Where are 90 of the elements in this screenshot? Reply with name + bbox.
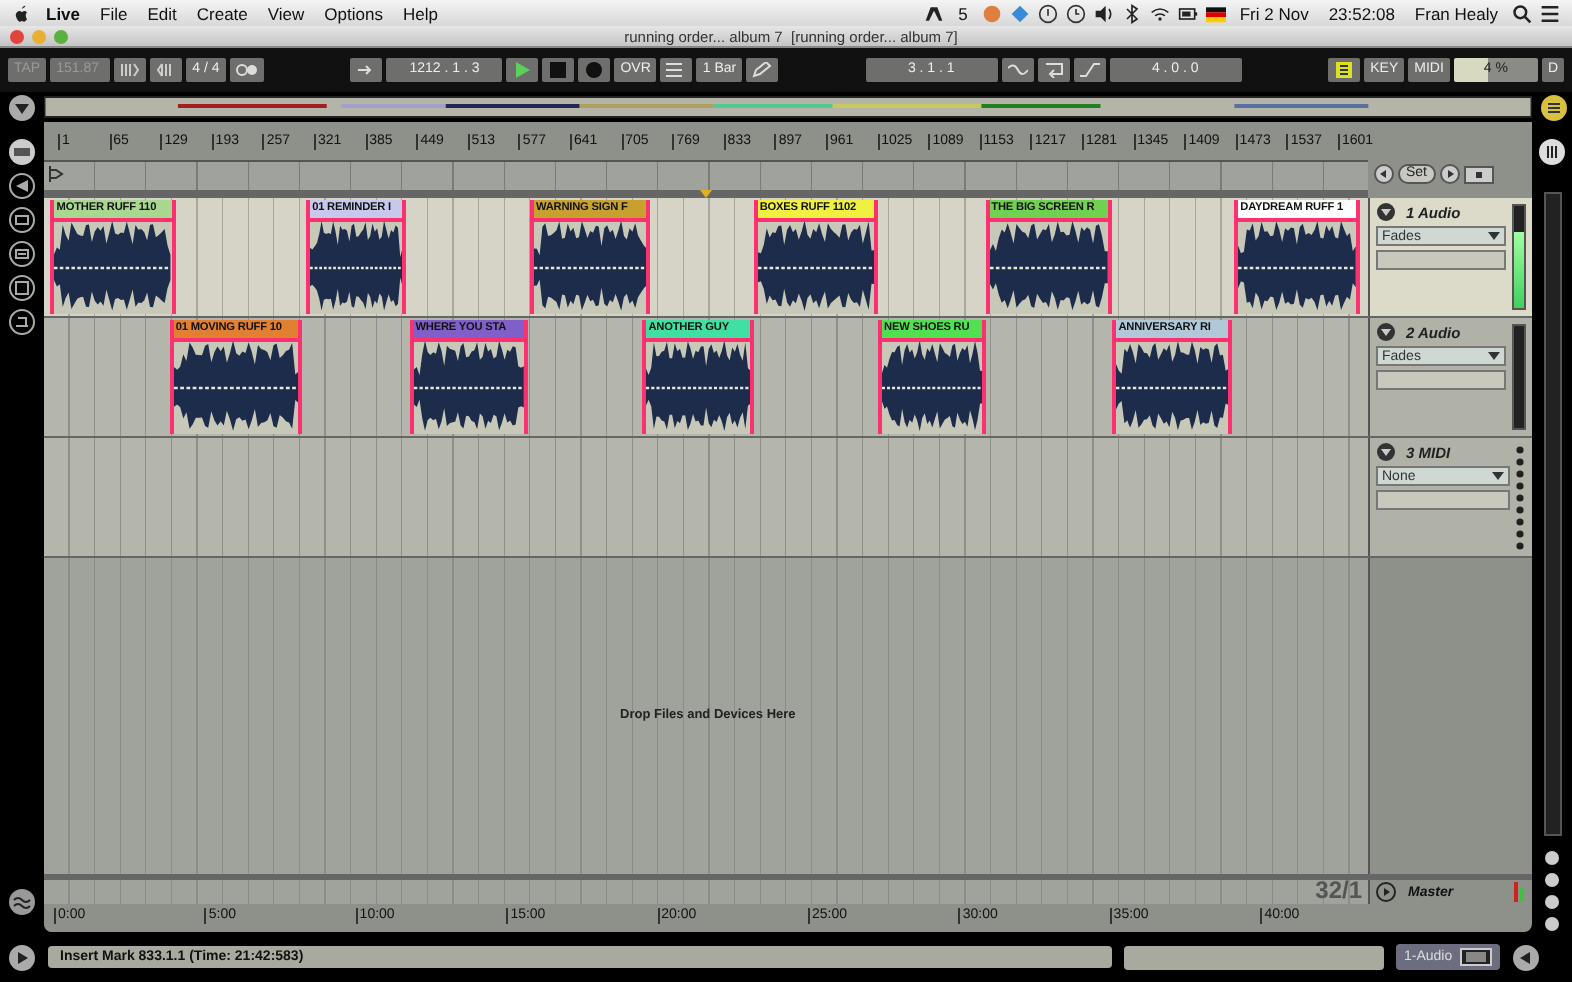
waveform-drawing bbox=[413, 338, 524, 434]
play-button[interactable] bbox=[506, 58, 539, 82]
menu-item[interactable]: Options bbox=[318, 3, 389, 23]
wave-icon[interactable] bbox=[8, 888, 36, 916]
search-icon[interactable] bbox=[1512, 3, 1532, 23]
window-icon bbox=[1460, 948, 1493, 966]
metronome-button[interactable] bbox=[229, 58, 264, 82]
nudge-down-button[interactable] bbox=[114, 58, 147, 82]
caret-icon bbox=[1488, 352, 1500, 360]
menu-item[interactable]: Edit bbox=[141, 3, 183, 23]
level-meter bbox=[1512, 324, 1526, 430]
sound-icon[interactable] bbox=[8, 172, 36, 200]
dropdown-icon[interactable] bbox=[8, 93, 36, 121]
waveform-drawing bbox=[989, 218, 1108, 314]
draw-menu-icon bbox=[666, 62, 687, 78]
collapse-icon[interactable] bbox=[1512, 943, 1541, 971]
library-icon[interactable] bbox=[8, 308, 36, 336]
zoom-level: 32/1 bbox=[1315, 876, 1362, 904]
waveform-drawing bbox=[1238, 218, 1356, 314]
loop-curve-icon bbox=[1007, 62, 1028, 78]
pause-icon[interactable] bbox=[1538, 138, 1566, 166]
waveform-drawing bbox=[757, 218, 875, 314]
menu-date[interactable]: Fri 2 Nov bbox=[1233, 3, 1315, 23]
fold-icon[interactable] bbox=[1376, 202, 1396, 222]
caret-icon bbox=[1492, 472, 1504, 480]
input-field[interactable] bbox=[1376, 250, 1506, 270]
folder-icon[interactable] bbox=[8, 274, 36, 302]
close-button[interactable] bbox=[10, 29, 24, 43]
start-marker-icon[interactable] bbox=[48, 164, 64, 184]
nudge-up-button[interactable] bbox=[150, 58, 183, 82]
punch-icon bbox=[1079, 62, 1100, 78]
device-icon[interactable] bbox=[8, 206, 36, 234]
nudge-up-icon bbox=[156, 62, 177, 78]
menu-item[interactable]: Create bbox=[190, 3, 254, 23]
play-icon[interactable] bbox=[1376, 882, 1396, 902]
flag-icon[interactable] bbox=[1205, 3, 1226, 23]
record-icon bbox=[584, 62, 605, 78]
waveform-drawing bbox=[173, 338, 299, 434]
user-name[interactable]: Fran Healy bbox=[1408, 3, 1504, 23]
bluetooth-icon[interactable] bbox=[1121, 3, 1142, 23]
meter-dots-icon bbox=[1516, 444, 1524, 550]
menu-item[interactable]: Help bbox=[396, 3, 444, 23]
menu-status-text: 5 bbox=[956, 3, 970, 23]
loop-icon bbox=[1043, 62, 1064, 78]
waveform-drawing bbox=[310, 218, 403, 314]
next-locator-icon[interactable] bbox=[1439, 164, 1460, 184]
browser-toggle-icon[interactable] bbox=[8, 138, 36, 166]
expand-icon[interactable] bbox=[8, 943, 36, 971]
fold-icon[interactable] bbox=[1376, 322, 1396, 342]
previous-locator-icon[interactable] bbox=[1374, 164, 1394, 184]
meter-icon bbox=[1514, 882, 1526, 902]
plugin-icon[interactable] bbox=[8, 240, 36, 268]
record-button[interactable] bbox=[578, 58, 611, 82]
app-menu[interactable]: Live bbox=[40, 3, 87, 23]
fold-button-icon[interactable] bbox=[1463, 165, 1494, 183]
play-icon bbox=[512, 62, 533, 78]
caret-icon bbox=[1488, 232, 1500, 240]
adobe-icon[interactable] bbox=[924, 3, 945, 23]
menu-item[interactable]: View bbox=[261, 3, 311, 23]
nudge-down-icon bbox=[120, 62, 141, 78]
list-icon[interactable] bbox=[1540, 93, 1568, 121]
draw-menu-button[interactable] bbox=[660, 58, 693, 82]
stop-icon bbox=[548, 62, 569, 78]
waveform-drawing bbox=[533, 218, 647, 314]
loop-button[interactable] bbox=[1037, 58, 1070, 82]
waveform-drawing bbox=[1116, 338, 1229, 434]
wifi-icon[interactable] bbox=[1149, 3, 1170, 23]
input-field[interactable] bbox=[1376, 490, 1510, 510]
clock-icon[interactable] bbox=[1065, 3, 1086, 23]
menu-clock[interactable]: 23:52:08 bbox=[1322, 3, 1401, 23]
waveform-drawing bbox=[646, 338, 751, 434]
alert-icon[interactable] bbox=[1037, 3, 1058, 23]
punch-button[interactable] bbox=[1073, 58, 1106, 82]
menu-item[interactable]: File bbox=[94, 3, 134, 23]
metronome-icon bbox=[235, 62, 258, 78]
input-field[interactable] bbox=[1376, 370, 1506, 390]
battery-icon[interactable] bbox=[1177, 3, 1198, 23]
follow-button[interactable] bbox=[350, 58, 383, 82]
stop-button[interactable] bbox=[542, 58, 575, 82]
apple-icon[interactable] bbox=[12, 3, 32, 23]
waveform-drawing bbox=[54, 218, 172, 314]
list-icon[interactable] bbox=[1540, 3, 1560, 23]
fold-icon[interactable] bbox=[1376, 442, 1396, 462]
follow-icon bbox=[356, 62, 377, 78]
key-map-icon[interactable] bbox=[1328, 58, 1361, 82]
volume-icon[interactable] bbox=[1093, 3, 1114, 23]
loop-curve-button[interactable] bbox=[1001, 58, 1034, 82]
waveform-drawing bbox=[882, 338, 983, 434]
pencil-icon[interactable] bbox=[746, 58, 779, 82]
scrollbar[interactable] bbox=[1543, 192, 1561, 836]
